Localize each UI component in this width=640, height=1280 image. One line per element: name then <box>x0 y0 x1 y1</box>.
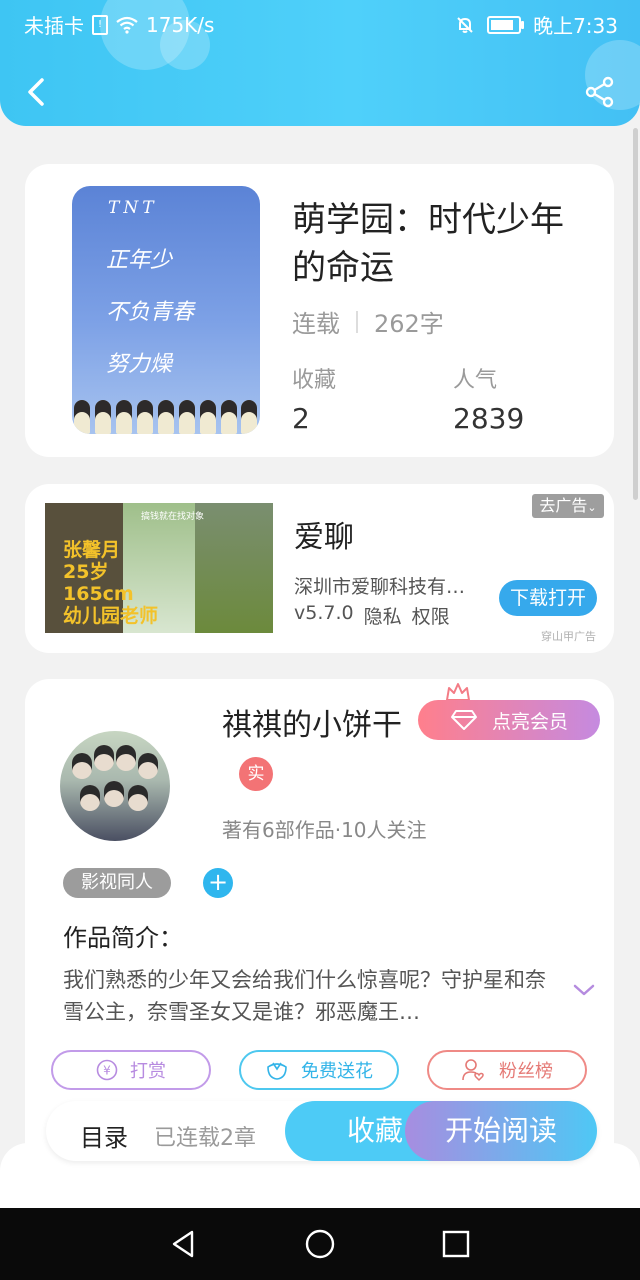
ad-image-text: 张馨月 25岁 165cm 幼儿园老师 <box>63 539 159 627</box>
user-heart-icon <box>462 1059 484 1082</box>
popularity-value: 2839 <box>453 402 525 435</box>
svg-text:¥: ¥ <box>103 1064 111 1078</box>
ad-app-name[interactable]: 爱聊 <box>294 512 354 556</box>
cover-text: 不负青春 <box>106 300 195 325</box>
book-meta: 连载 262字 <box>292 304 444 339</box>
nav-recents-icon[interactable] <box>441 1229 471 1259</box>
intro-text[interactable]: 我们熟悉的少年又会给我们什么惊喜呢？守护星和奈雪公主，奈雪圣女又是谁？邪恶魔王… <box>63 964 563 1028</box>
book-title: 萌学园：时代少年的命运 <box>292 200 564 288</box>
carrier-text: 未插卡 <box>24 14 84 38</box>
book-status: 连载 <box>292 310 340 338</box>
status-time: 晚上7:33 <box>533 14 618 38</box>
author-works-info: 著有6部作品·10人关注 <box>222 818 427 842</box>
cover-photo-people <box>72 388 260 434</box>
vip-button[interactable]: 点亮会员 <box>418 700 600 740</box>
cover-text: 正年少 <box>106 248 173 273</box>
download-open-button[interactable]: 下载打开 <box>499 580 597 616</box>
ad-version-row: v5.7.0 隐私 权限 <box>294 602 450 629</box>
chevron-down-icon: ⌄ <box>587 501 597 514</box>
chevron-left-icon[interactable] <box>22 74 52 110</box>
scrollbar[interactable] <box>633 128 638 500</box>
author-name[interactable]: 祺祺的小饼干 <box>222 700 402 744</box>
flower-label: 免费送花 <box>301 1061 373 1082</box>
diamond-icon <box>450 710 477 730</box>
reward-button[interactable]: ¥ 打赏 <box>51 1050 211 1090</box>
network-speed: 175K/s <box>146 12 215 37</box>
book-word-count: 262字 <box>374 310 444 338</box>
nav-home-icon[interactable] <box>304 1228 336 1260</box>
ad-privacy-link[interactable]: 隐私 <box>364 602 402 629</box>
expand-chevron-icon[interactable] <box>571 980 597 1000</box>
yen-coin-icon: ¥ <box>96 1059 118 1081</box>
ad-image-caption: 搞钱就在找对象 <box>141 512 205 522</box>
header-bar: 未插卡 ! 175K/s 晚上7:33 <box>0 0 640 126</box>
ad-company: 深圳市爱聊科技有限公司 <box>294 576 484 598</box>
fans-label: 粉丝榜 <box>499 1061 553 1082</box>
system-nav-bar <box>0 1208 640 1280</box>
verified-badge: 实 <box>239 757 273 791</box>
share-icon[interactable] <box>584 76 616 108</box>
chapter-count: 已连载2章 <box>154 1126 256 1151</box>
cover-text: 努力燥 <box>106 352 173 377</box>
ad-image[interactable]: 搞钱就在找对象 张馨月 25岁 165cm 幼儿园老师 <box>45 503 273 633</box>
popularity-label: 人气 <box>453 368 498 393</box>
collect-value: 2 <box>292 402 310 435</box>
flower-icon <box>267 1062 287 1080</box>
vip-label: 点亮会员 <box>491 710 568 733</box>
wifi-icon <box>116 16 138 34</box>
add-tag-button[interactable]: + <box>203 868 233 898</box>
collect-label: 收藏 <box>292 368 337 393</box>
avatar[interactable] <box>60 731 170 841</box>
toc-button[interactable]: 目录 <box>80 1118 128 1153</box>
bell-off-icon <box>457 16 473 33</box>
send-flower-button[interactable]: 免费送花 <box>239 1050 399 1090</box>
remove-ad-button[interactable]: 去广告⌄ <box>532 494 604 518</box>
cover-text: TNT <box>108 198 158 218</box>
reward-label: 打赏 <box>130 1061 166 1082</box>
divider <box>356 310 358 333</box>
crown-icon <box>446 683 470 701</box>
status-bar: 未插卡 ! 175K/s 晚上7:33 <box>0 0 640 44</box>
ad-source: 穿山甲广告 <box>541 630 596 643</box>
battery-fill <box>491 19 514 30</box>
battery-icon <box>487 15 525 34</box>
fan-ranking-button[interactable]: 粉丝榜 <box>427 1050 587 1090</box>
intro-title: 作品简介： <box>63 924 183 952</box>
genre-tag[interactable]: 影视同人 <box>63 868 171 898</box>
ad-version: v5.7.0 <box>294 602 354 624</box>
sim-icon: ! <box>92 14 108 35</box>
ad-permission-link[interactable]: 权限 <box>412 602 450 629</box>
start-reading-button[interactable]: 开始阅读 <box>405 1101 597 1161</box>
nav-back-icon[interactable] <box>168 1228 198 1260</box>
book-cover[interactable]: TNT 正年少 不负青春 努力燥 <box>72 186 260 434</box>
